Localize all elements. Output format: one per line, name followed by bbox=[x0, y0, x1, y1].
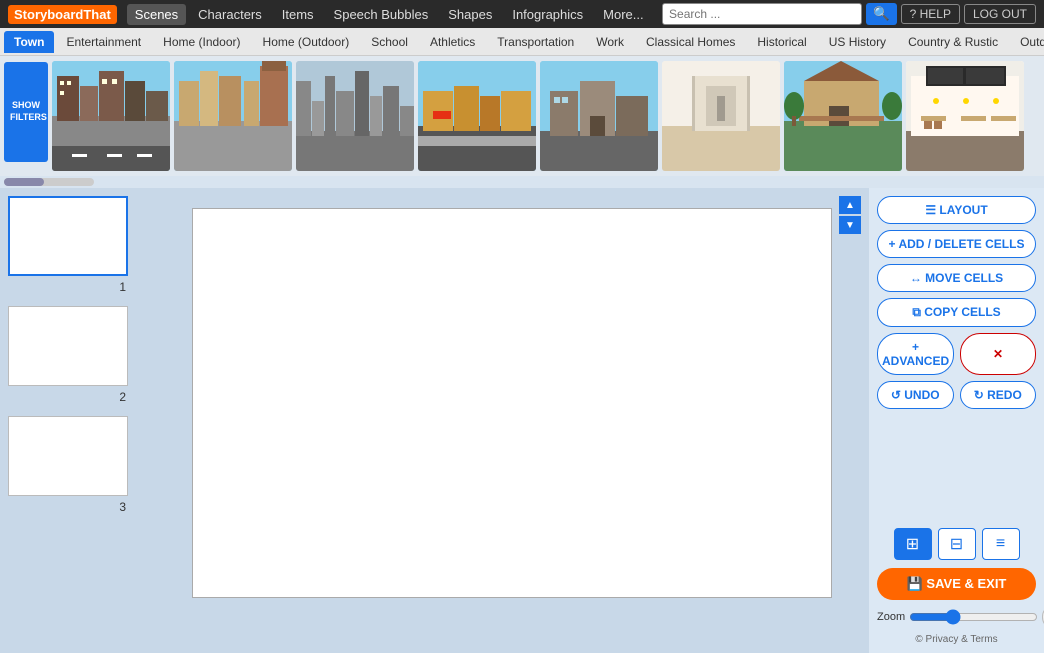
search-button[interactable]: 🔍 bbox=[866, 3, 897, 25]
tab-entertainment[interactable]: Entertainment bbox=[56, 31, 151, 53]
scene-thumb-5[interactable] bbox=[540, 61, 658, 171]
layout-icons-row: ⊞ ⊟ ≡ bbox=[877, 528, 1036, 560]
scene-thumb-4[interactable] bbox=[418, 61, 536, 171]
advanced-button[interactable]: + ADVANCED bbox=[877, 333, 954, 375]
layout-rows-button[interactable]: ≡ bbox=[982, 528, 1020, 560]
left-panel: 1 2 3 bbox=[0, 188, 155, 653]
scrollbar-row bbox=[0, 176, 1044, 188]
right-panel-bottom: ⊞ ⊟ ≡ 💾 SAVE & EXIT Zoom ✕ © Privacy & T… bbox=[877, 528, 1036, 645]
tab-historical[interactable]: Historical bbox=[747, 31, 816, 53]
tab-athletics[interactable]: Athletics bbox=[420, 31, 485, 53]
search-area: 🔍 ? HELP LOG OUT bbox=[662, 3, 1036, 25]
tab-country-rustic[interactable]: Country & Rustic bbox=[898, 31, 1008, 53]
page-3-thumb[interactable] bbox=[8, 416, 128, 496]
nav-more[interactable]: More... bbox=[595, 4, 651, 25]
page-3-number: 3 bbox=[119, 500, 126, 514]
page-2-wrap: 2 bbox=[8, 306, 128, 386]
scrollbar-thumb[interactable] bbox=[4, 178, 44, 186]
move-cells-button[interactable]: ↔ MOVE CELLS bbox=[877, 264, 1036, 292]
page-3-wrap: 3 bbox=[8, 416, 128, 496]
undo-button[interactable]: ↺ UNDO bbox=[877, 381, 954, 409]
search-input[interactable] bbox=[662, 3, 862, 25]
page-2-thumb[interactable] bbox=[8, 306, 128, 386]
privacy-link[interactable]: © Privacy & Terms bbox=[877, 634, 1036, 645]
tab-transportation[interactable]: Transportation bbox=[487, 31, 584, 53]
show-filters-button[interactable]: SHOW FILTERS bbox=[4, 62, 48, 162]
scene-thumb-1[interactable] bbox=[52, 61, 170, 171]
scene-thumb-3[interactable] bbox=[296, 61, 414, 171]
zoom-label: Zoom bbox=[877, 611, 905, 623]
layout-grid-button[interactable]: ⊞ bbox=[894, 528, 932, 560]
tab-work[interactable]: Work bbox=[586, 31, 634, 53]
tab-home-outdoor[interactable]: Home (Outdoor) bbox=[253, 31, 360, 53]
nav-shapes[interactable]: Shapes bbox=[440, 4, 500, 25]
scene-thumb-2[interactable] bbox=[174, 61, 292, 171]
canvas-up-button[interactable]: ▲ bbox=[839, 196, 861, 214]
main-area: 1 2 3 ▲ ▼ ☰ LAYOUT + ADD / DELETE CELLS … bbox=[0, 188, 1044, 653]
tab-outdoor[interactable]: Outdoor bbox=[1010, 31, 1044, 53]
right-panel: ☰ LAYOUT + ADD / DELETE CELLS ↔ MOVE CEL… bbox=[869, 188, 1044, 653]
scene-images-row: SHOW FILTERS bbox=[0, 56, 1044, 176]
logout-button[interactable]: LOG OUT bbox=[964, 4, 1036, 24]
nav-items[interactable]: Items bbox=[274, 4, 322, 25]
zoom-row: Zoom ✕ bbox=[877, 608, 1036, 626]
tab-town[interactable]: Town bbox=[4, 31, 54, 53]
tab-home-indoor[interactable]: Home (Indoor) bbox=[153, 31, 250, 53]
app-logo: StoryboardThat bbox=[8, 5, 117, 24]
scene-thumb-8[interactable] bbox=[906, 61, 1024, 171]
nav-infographics[interactable]: Infographics bbox=[504, 4, 591, 25]
scene-thumb-7[interactable] bbox=[784, 61, 902, 171]
page-1-number: 1 bbox=[119, 280, 126, 294]
canvas-down-button[interactable]: ▼ bbox=[839, 216, 861, 234]
tab-school[interactable]: School bbox=[361, 31, 418, 53]
scene-thumb-6[interactable] bbox=[662, 61, 780, 171]
nav-characters[interactable]: Characters bbox=[190, 4, 270, 25]
zoom-slider[interactable] bbox=[909, 609, 1038, 625]
layout-button[interactable]: ☰ LAYOUT bbox=[877, 196, 1036, 224]
save-exit-button[interactable]: 💾 SAVE & EXIT bbox=[877, 568, 1036, 600]
canvas-area: ▲ ▼ bbox=[155, 188, 869, 653]
top-navigation: StoryboardThat Scenes Characters Items S… bbox=[0, 0, 1044, 28]
nav-scenes[interactable]: Scenes bbox=[127, 4, 186, 25]
canvas-up-down: ▲ ▼ bbox=[839, 196, 861, 234]
tab-us-history[interactable]: US History bbox=[819, 31, 896, 53]
close-button[interactable]: ✕ bbox=[960, 333, 1036, 375]
scene-tabs: Town Entertainment Home (Indoor) Home (O… bbox=[0, 28, 1044, 56]
scrollbar-track[interactable] bbox=[4, 178, 94, 186]
layout-columns-button[interactable]: ⊟ bbox=[938, 528, 976, 560]
copy-cells-button[interactable]: ⧉ COPY CELLS bbox=[877, 298, 1036, 327]
help-button[interactable]: ? HELP bbox=[901, 4, 960, 24]
page-1-wrap: 1 bbox=[8, 196, 128, 276]
add-delete-cells-button[interactable]: + ADD / DELETE CELLS bbox=[877, 230, 1036, 258]
storyboard-canvas[interactable] bbox=[192, 208, 832, 598]
advanced-close-row: + ADVANCED ✕ bbox=[877, 333, 1036, 375]
nav-speech-bubbles[interactable]: Speech Bubbles bbox=[326, 4, 437, 25]
tab-classical-homes[interactable]: Classical Homes bbox=[636, 31, 745, 53]
undo-redo-row: ↺ UNDO ↻ REDO bbox=[877, 381, 1036, 409]
page-1-thumb[interactable] bbox=[8, 196, 128, 276]
page-2-number: 2 bbox=[119, 390, 126, 404]
redo-button[interactable]: ↻ REDO bbox=[960, 381, 1037, 409]
